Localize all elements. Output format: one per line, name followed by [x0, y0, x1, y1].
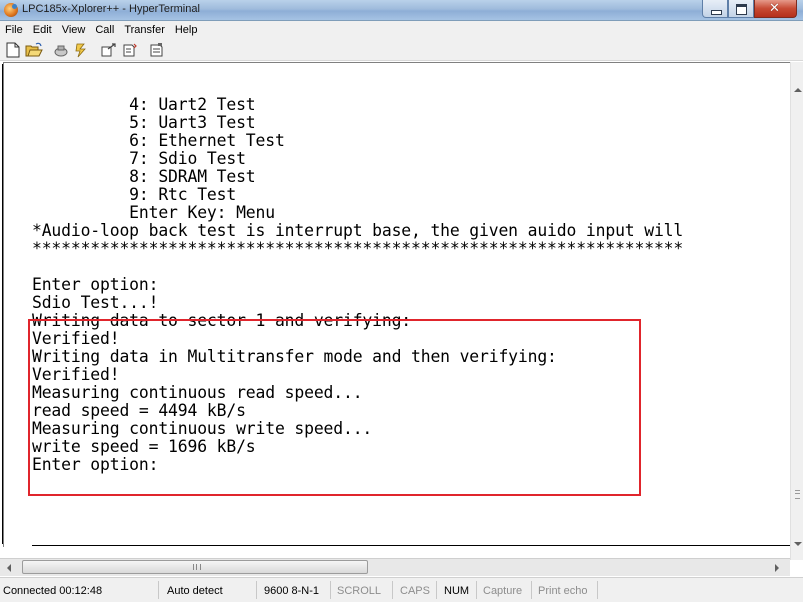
terminal-output: 4: Uart2 Test 5: Uart3 Test 6: Ethernet …: [32, 96, 683, 474]
terminal-line: read speed = 4494 kB/s: [32, 401, 246, 420]
menu-edit[interactable]: Edit: [28, 21, 57, 39]
close-button[interactable]: ✕: [754, 0, 797, 18]
menu-file[interactable]: File: [0, 21, 28, 39]
properties-button[interactable]: [147, 40, 167, 60]
maximize-icon: [736, 4, 747, 15]
terminal-line: 6: Ethernet Test: [32, 131, 285, 150]
terminal-line: *Audio-loop back test is interrupt base,…: [32, 221, 684, 240]
status-connected: Connected 00:12:48: [3, 585, 103, 597]
close-icon: ✕: [769, 1, 780, 16]
terminal-line: Writing data in Multitransfer mode and t…: [32, 347, 557, 366]
terminal-line: Enter option:: [32, 275, 159, 294]
new-icon: [6, 42, 20, 57]
terminal-bottom-rule: [32, 545, 792, 546]
window-controls: ✕: [702, 0, 797, 18]
terminal-line: 8: SDRAM Test: [32, 167, 256, 186]
new-button[interactable]: [3, 40, 23, 60]
status-detect: Auto detect: [167, 585, 223, 597]
terminal-line: ****************************************…: [32, 239, 684, 258]
horizontal-scrollbar[interactable]: [0, 558, 790, 576]
terminal-line: Verified!: [32, 365, 120, 384]
status-capture: Capture: [483, 585, 523, 597]
terminal-line: Writing data to sector 1 and verifying:: [32, 311, 412, 330]
terminal-left-edge: [2, 64, 3, 544]
scroll-grip-icon: [193, 564, 201, 570]
receive-icon: [123, 43, 137, 56]
menu-transfer[interactable]: Transfer: [119, 21, 170, 39]
title-bar: LPC185x-Xplorer++ - HyperTerminal ✕: [0, 0, 803, 21]
scroll-up-icon[interactable]: [794, 88, 802, 92]
terminal-line: Enter option:: [32, 455, 159, 474]
terminal-line: 5: Uart3 Test: [32, 113, 256, 132]
terminal-line: 7: Sdio Test: [32, 149, 246, 168]
terminal-line: Measuring continuous read speed...: [32, 383, 363, 402]
status-num: NUM: [444, 585, 470, 597]
receive-button[interactable]: [120, 40, 140, 60]
window-title: LPC185x-Xplorer++ - HyperTerminal: [22, 3, 200, 15]
menu-help[interactable]: Help: [170, 21, 203, 39]
hang-up-icon: [75, 43, 86, 57]
terminal-line: Sdio Test...!: [32, 293, 159, 312]
status-bar: Connected 00:12:48 Auto detect 9600 8-N-…: [0, 577, 803, 602]
terminal-line: write speed = 1696 kB/s: [32, 437, 256, 456]
scroll-left-icon[interactable]: [7, 564, 11, 572]
hang-up-button[interactable]: [72, 40, 92, 60]
call-icon: [54, 45, 68, 56]
send-icon: [101, 42, 116, 56]
terminal-line: Measuring continuous write speed...: [32, 419, 373, 438]
call-button[interactable]: [51, 40, 71, 60]
maximize-button[interactable]: [728, 0, 754, 18]
menu-bar: File Edit View Call Transfer Help: [0, 21, 803, 39]
toolbar: [0, 39, 803, 61]
terminal-line: 4: Uart2 Test: [32, 95, 256, 114]
status-print-echo: Print echo: [538, 585, 588, 597]
open-button[interactable]: [24, 40, 44, 60]
send-button[interactable]: [99, 40, 119, 60]
terminal-line: Verified!: [32, 329, 120, 348]
menu-call[interactable]: Call: [90, 21, 119, 39]
scroll-grip-icon[interactable]: [795, 490, 800, 499]
hyperterminal-app-icon: [4, 3, 18, 17]
open-icon: [25, 42, 43, 56]
terminal-line: 9: Rtc Test: [32, 185, 237, 204]
scroll-right-icon[interactable]: [775, 564, 779, 572]
minimize-button[interactable]: [702, 0, 728, 18]
status-caps: CAPS: [400, 585, 430, 597]
vertical-scrollbar[interactable]: [790, 62, 803, 560]
terminal-line: Enter Key: Menu: [32, 203, 275, 222]
status-settings: 9600 8-N-1: [264, 585, 320, 597]
minimize-icon: [711, 10, 722, 15]
menu-view[interactable]: View: [57, 21, 91, 39]
properties-icon: [150, 42, 163, 56]
status-scroll: SCROLL: [337, 585, 382, 597]
horizontal-scroll-thumb[interactable]: [22, 560, 368, 574]
scroll-down-icon[interactable]: [794, 542, 802, 546]
